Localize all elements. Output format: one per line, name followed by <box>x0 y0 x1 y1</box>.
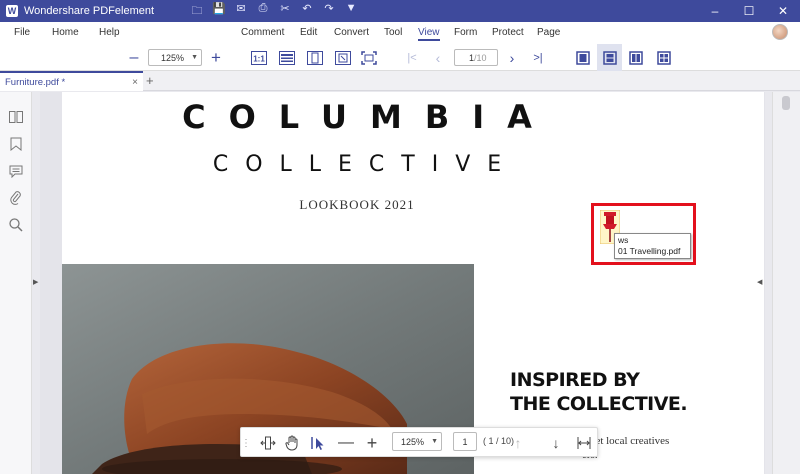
zoom-value: 125% <box>161 52 185 63</box>
zoom-select[interactable]: 125% ▼ <box>148 49 202 66</box>
next-page-icon[interactable]: › <box>504 48 520 67</box>
tooltip-attachment-name: 01 Travelling.pdf <box>618 246 681 256</box>
menu-protect[interactable]: Protect <box>492 27 524 38</box>
menu-page[interactable]: Page <box>537 27 560 38</box>
menu-comment[interactable]: Comment <box>241 27 284 38</box>
close-tab-icon[interactable]: × <box>132 77 138 88</box>
redo-icon[interactable]: ↷ <box>318 2 340 21</box>
menu-help[interactable]: Help <box>99 27 120 38</box>
maximize-button[interactable]: ☐ <box>732 0 766 22</box>
fit-visible-icon[interactable] <box>334 48 352 67</box>
doc-title-columbia: COLUMBIA <box>182 98 555 136</box>
app-logo-icon: W <box>6 5 18 17</box>
quick-access-toolbar: 🗀 💾 ✉ ⎙ ✂ ↶ ↷ ▼ <box>186 2 362 21</box>
zoom-out-button[interactable]: – <box>126 48 142 67</box>
print-icon[interactable]: ⎙ <box>252 2 274 21</box>
tab-furniture[interactable]: Furniture.pdf * × <box>0 71 143 91</box>
heading-inspired: INSPIRED BY THE COLLECTIVE. <box>510 368 688 416</box>
user-avatar[interactable] <box>772 24 788 40</box>
full-screen-icon[interactable] <box>360 48 378 67</box>
mail-icon[interactable]: ✉ <box>230 2 252 21</box>
actual-size-icon[interactable]: 1:1 <box>250 48 268 67</box>
hand-tool-icon[interactable] <box>283 434 301 452</box>
fit-page-icon[interactable] <box>306 48 324 67</box>
doc-title-collective: COLLECTIVE <box>212 152 519 177</box>
view-toolbar: – 125% ▼ + 1:1 |< ‹ 1 /10 › >| <box>0 44 800 71</box>
two-page-icon[interactable] <box>627 48 645 67</box>
chevron-down-icon: ▼ <box>431 438 438 445</box>
drag-handle-icon[interactable]: ⋮ <box>241 434 251 452</box>
heading-line-1: INSPIRED BY <box>510 369 640 391</box>
previous-page-icon[interactable]: ‹ <box>430 48 446 67</box>
search-icon[interactable] <box>8 217 24 233</box>
app-title: Wondershare PDFelement <box>24 5 155 17</box>
menu-bar: File Home Help Comment Edit Convert Tool… <box>0 22 800 44</box>
page-number-input[interactable]: 1 /10 <box>454 49 498 66</box>
zoom-float-select[interactable]: 125% ▼ <box>392 432 442 451</box>
menu-form[interactable]: Form <box>454 27 477 38</box>
open-folder-icon[interactable]: 🗀 <box>186 2 208 21</box>
window-controls: – ☐ ✕ <box>698 0 800 22</box>
fit-width-float-icon[interactable] <box>259 434 277 452</box>
two-page-continuous-icon[interactable] <box>655 48 673 67</box>
fit-page-float-icon[interactable] <box>575 434 593 452</box>
fit-width-icon[interactable] <box>278 48 296 67</box>
title-bar: W Wondershare PDFelement 🗀 💾 ✉ ⎙ ✂ ↶ ↷ ▼… <box>0 0 800 22</box>
menu-home[interactable]: Home <box>52 27 79 38</box>
menu-tool[interactable]: Tool <box>384 27 402 38</box>
document-tab-bar: Furniture.pdf * × + <box>0 71 800 91</box>
menu-file[interactable]: File <box>14 27 30 38</box>
page-total: /10 <box>474 52 487 63</box>
menu-view[interactable]: View <box>418 27 440 41</box>
bookmark-icon[interactable] <box>8 136 24 152</box>
zoom-float-value: 125% <box>401 436 425 447</box>
next-page-float-icon[interactable]: ↓ <box>547 434 565 452</box>
left-sidebar <box>0 92 32 474</box>
chevron-down-icon: ▼ <box>191 54 198 61</box>
select-tool-icon[interactable] <box>309 434 327 452</box>
undo-icon[interactable]: ↶ <box>296 2 318 21</box>
continuous-page-icon[interactable] <box>597 44 622 71</box>
last-page-icon[interactable]: >| <box>530 48 546 67</box>
customize-dropdown-icon[interactable]: ▼ <box>340 2 362 21</box>
save-icon[interactable]: 💾 <box>208 2 230 21</box>
vertical-scrollbar[interactable] <box>772 92 800 474</box>
new-tab-button[interactable]: + <box>146 73 154 88</box>
scissors-icon[interactable]: ✂ <box>274 2 296 21</box>
svg-text:1:1: 1:1 <box>253 54 265 63</box>
tab-label: Furniture.pdf * <box>5 76 66 88</box>
right-panel-toggle-icon[interactable]: ◀ <box>757 278 762 286</box>
left-panel-toggle-icon[interactable]: ▶ <box>33 278 38 286</box>
tooltip-author: ws <box>618 235 629 245</box>
pdf-page: COLUMBIA COLLECTIVE LOOKBOOK 2021 INSPIR… <box>62 92 764 474</box>
close-button[interactable]: ✕ <box>766 0 800 22</box>
minimize-button[interactable]: – <box>698 0 732 22</box>
zoom-in-button[interactable]: + <box>208 48 224 67</box>
menu-convert[interactable]: Convert <box>334 27 369 38</box>
menu-edit[interactable]: Edit <box>300 27 317 38</box>
doc-subtitle: LOOKBOOK 2021 <box>299 197 415 212</box>
first-page-icon[interactable]: |< <box>404 48 420 67</box>
page-float-total: ( 1 / 10) <box>483 436 515 446</box>
thumbnail-panel-icon[interactable] <box>8 109 24 125</box>
single-page-icon[interactable] <box>574 48 592 67</box>
comment-panel-icon[interactable] <box>8 163 24 179</box>
scrollbar-thumb[interactable] <box>782 96 790 110</box>
annotation-tooltip: ws 01 Travelling.pdf <box>614 233 691 259</box>
attachment-icon[interactable] <box>8 190 24 206</box>
zoom-in-float-button[interactable]: + <box>363 433 381 453</box>
heading-line-2: THE COLLECTIVE. <box>510 393 688 415</box>
page-float-input[interactable]: 1 <box>453 432 477 451</box>
zoom-out-float-button[interactable]: — <box>337 434 355 452</box>
